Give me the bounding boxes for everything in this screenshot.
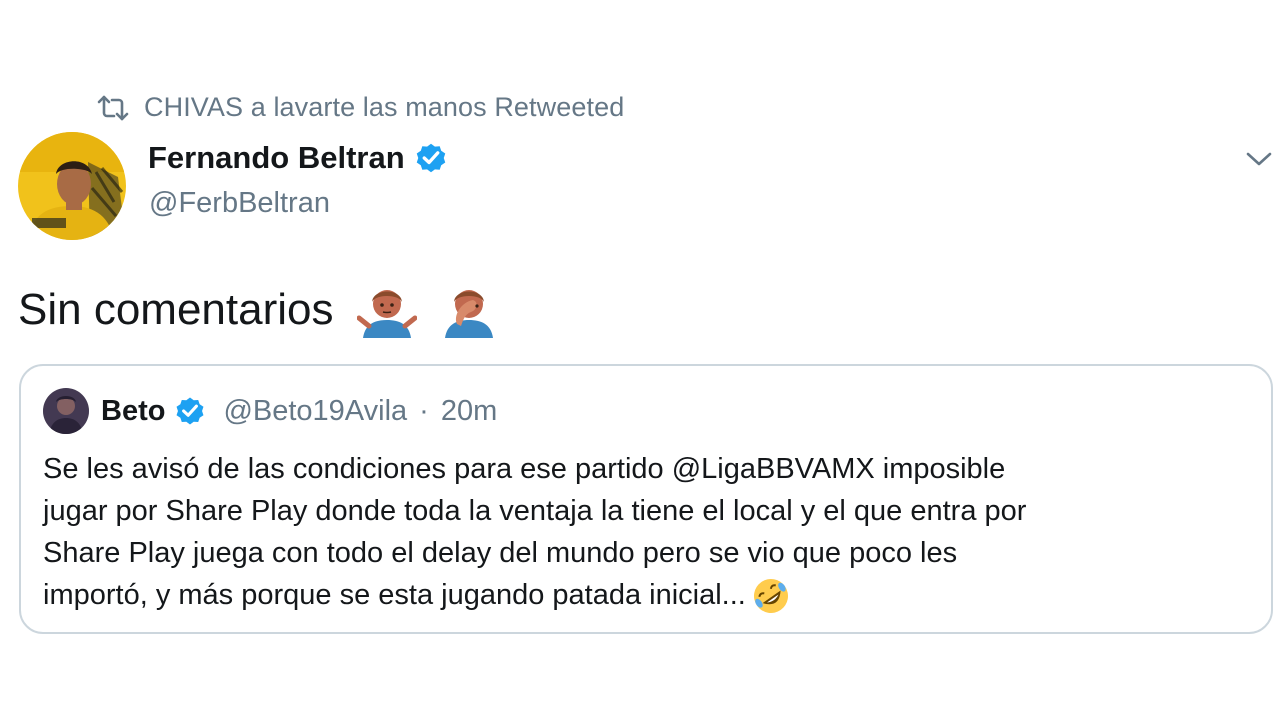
retweet-icon: [97, 95, 129, 120]
avatar-image: [18, 132, 126, 240]
quoted-avatar-image: [43, 388, 89, 434]
author-name: Fernando Beltran: [148, 140, 405, 175]
author-avatar[interactable]: [18, 132, 126, 240]
tweet-page: CHIVAS a lavarte las manos Retweeted Fer…: [0, 0, 1280, 720]
author-name-row[interactable]: Fernando Beltran: [148, 140, 449, 176]
author-handle[interactable]: @FerbBeltran: [149, 187, 330, 220]
verified-badge-icon: [416, 143, 445, 173]
quoted-text-line: importó, y más porque se esta jugando pa…: [43, 579, 746, 611]
rolling-on-floor-laughing-emoji: [753, 579, 788, 614]
chevron-down-icon[interactable]: [1244, 148, 1274, 170]
quoted-text-line: Se les avisó de las condiciones para ese…: [43, 453, 1006, 485]
quoted-text-line: jugar por Share Play donde toda la venta…: [43, 495, 1027, 527]
quoted-tweet-header: Beto @Beto19Avila · 20m: [43, 388, 497, 434]
tweet-text: Sin comentarios: [18, 285, 334, 334]
retweet-header[interactable]: CHIVAS a lavarte las manos Retweeted: [96, 92, 624, 123]
quoted-author-handle: @Beto19Avila: [223, 394, 408, 427]
verified-badge-icon: [176, 397, 204, 425]
man-shrugging-emoji: [357, 290, 418, 338]
quoted-separator: ·: [419, 394, 429, 427]
quoted-tweet-card[interactable]: Beto @Beto19Avila · 20m Se les avisó de …: [19, 364, 1273, 634]
quoted-text-line-last: importó, y más porque se esta jugando pa…: [43, 574, 1243, 617]
tweet-body: Sin comentarios: [18, 280, 499, 340]
quoted-author-name: Beto: [101, 394, 166, 427]
quoted-tweet-text: Se les avisó de las condiciones para ese…: [43, 448, 1243, 617]
retweet-label: CHIVAS a lavarte las manos Retweeted: [144, 92, 625, 122]
quoted-timestamp: 20m: [440, 394, 498, 427]
quoted-author-avatar: [43, 388, 89, 434]
man-facepalming-emoji: [445, 290, 494, 338]
quoted-text-line: Share Play juega con todo el delay del m…: [43, 537, 958, 569]
